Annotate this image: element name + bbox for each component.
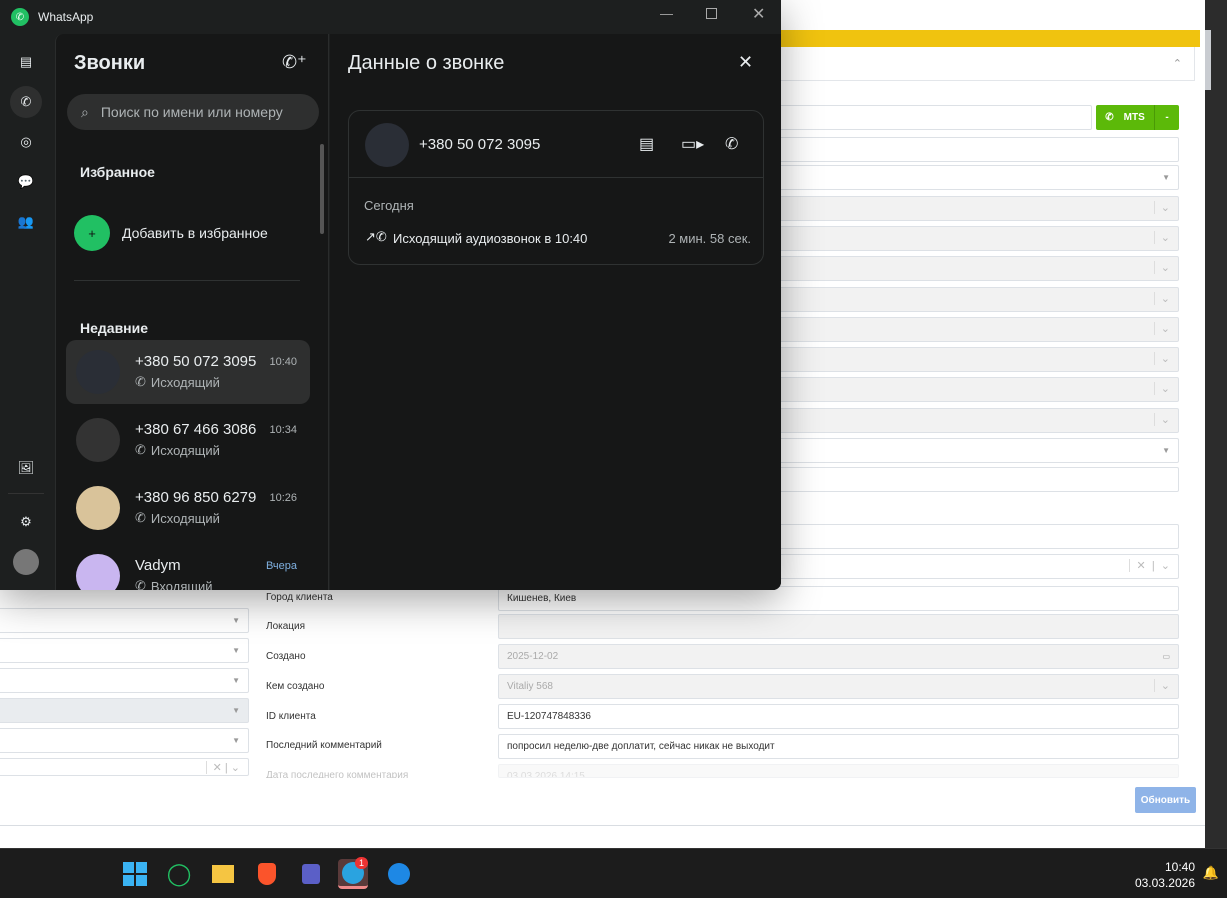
maximize-button[interactable]	[706, 8, 717, 19]
last-comment-date-field[interactable]: 03.03.2026 14:15	[498, 764, 1179, 778]
multi-select-field[interactable]: ✕ | ⌄	[0, 758, 249, 776]
created-by-field[interactable]: Vitaliy 568 ⌄	[498, 674, 1179, 699]
client-id-field[interactable]: EU-120747848336	[498, 704, 1179, 729]
outgoing-call-icon: ↗✆	[365, 229, 387, 244]
call-list-item[interactable]: +380 67 466 3086 10:34 ✆ Исходящий	[66, 408, 310, 472]
contact-phone: +380 50 072 3095	[419, 136, 541, 153]
chats-icon[interactable]: ▤	[10, 46, 42, 78]
mts-dropdown[interactable]: -	[1155, 112, 1179, 123]
last-comment-field[interactable]: попросил неделю-две доплатит, сейчас ник…	[498, 734, 1179, 759]
call-list-item[interactable]: +380 50 072 3095 10:40 ✆ Исходящий	[66, 340, 310, 404]
calls-icon[interactable]: ✆	[10, 86, 42, 118]
field-label: Кем создано	[266, 681, 325, 692]
collapse-icon[interactable]: ⌃	[1173, 57, 1182, 70]
phone-icon: ✆	[1105, 112, 1114, 123]
nav-rail: ▤ ✆ ◎ 💬 👥 🖼 ⚙	[0, 34, 55, 590]
select-field[interactable]: ▼	[0, 668, 249, 693]
select-field[interactable]: ▼	[0, 638, 249, 663]
call-list-item[interactable]: Vadym Вчера ✆ Входящий	[66, 544, 310, 590]
whatsapp-logo-icon: ✆	[11, 8, 29, 26]
outgoing-call-icon: ✆	[135, 442, 146, 457]
field-label: Дата последнего комментария	[266, 770, 409, 778]
call-mts-button[interactable]: ✆ MTS -	[1096, 105, 1179, 130]
close-window-button[interactable]: ✕	[752, 4, 765, 24]
divider	[0, 825, 1205, 826]
location-field[interactable]	[498, 614, 1179, 639]
settings-icon[interactable]: ⚙	[10, 506, 42, 538]
outgoing-call-icon: ✆	[135, 374, 146, 389]
app-title: WhatsApp	[38, 10, 94, 24]
message-icon[interactable]: ▤	[639, 134, 654, 154]
status-icon[interactable]: ◎	[10, 126, 42, 158]
media-icon[interactable]: 🖼	[10, 452, 42, 484]
contact-avatar	[365, 123, 409, 167]
file-explorer-icon[interactable]	[208, 859, 238, 889]
taskbar: ◯ 1 10:40 03.03.2026 🔔	[0, 848, 1227, 898]
section-heading: Избранное	[80, 164, 155, 180]
contact-avatar	[76, 486, 120, 530]
windows-start-icon[interactable]	[120, 859, 150, 889]
add-favorite-button[interactable]: + Добавить в избранное	[74, 214, 304, 252]
whatsapp-taskbar-icon[interactable]: ◯	[164, 859, 194, 889]
new-call-icon[interactable]: ✆⁺	[282, 52, 307, 73]
field-label: Последний комментарий	[266, 740, 382, 751]
call-details-panel: Данные о звонке ✕ +380 50 072 3095 ▤ ▭▸ …	[330, 34, 781, 590]
communities-icon[interactable]: 👥	[10, 206, 42, 238]
title-bar: ✆ WhatsApp — ✕	[0, 0, 781, 34]
section-heading: Недавние	[80, 320, 149, 336]
voice-call-icon[interactable]: ✆	[725, 134, 738, 154]
phone-app-icon[interactable]	[384, 859, 414, 889]
outgoing-call-icon: ✆	[135, 510, 146, 525]
select-field[interactable]: ▼	[0, 728, 249, 753]
profile-avatar[interactable]	[10, 546, 42, 578]
call-list-item[interactable]: +380 96 850 6279 10:26 ✆ Исходящий	[66, 476, 310, 540]
field-label: Локация	[266, 621, 306, 632]
add-person-icon: +	[74, 215, 110, 251]
video-call-icon[interactable]: ▭▸	[681, 134, 704, 154]
update-button[interactable]: Обновить	[1135, 787, 1196, 813]
created-field[interactable]: 2025-12-02 ▭	[498, 644, 1179, 669]
teams-icon[interactable]	[296, 859, 326, 889]
system-clock[interactable]: 10:40 03.03.2026	[1135, 859, 1195, 891]
incoming-call-icon: ✆	[135, 578, 146, 590]
select-field[interactable]: ▼	[0, 608, 249, 633]
list-scrollbar[interactable]	[320, 144, 324, 234]
contact-avatar	[76, 350, 120, 394]
brave-icon[interactable]	[252, 859, 282, 889]
search-input[interactable]: ⌕ Поиск по имени или номеру	[67, 94, 319, 130]
notification-badge: 1	[354, 857, 368, 869]
field-label: Создано	[266, 651, 306, 662]
minimize-button[interactable]: —	[660, 6, 673, 21]
contact-avatar	[76, 554, 120, 590]
contact-avatar	[76, 418, 120, 462]
channels-icon[interactable]: 💬	[10, 166, 42, 198]
panel-title: Звонки	[74, 52, 146, 74]
call-info-card: +380 50 072 3095 ▤ ▭▸ ✆ Сегодня ↗✆ Исход…	[348, 110, 764, 265]
field-label: ID клиента	[266, 711, 316, 722]
telegram-icon[interactable]: 1	[338, 857, 368, 889]
whatsapp-window: ✆ WhatsApp — ✕ ▤ ✆ ◎ 💬 👥 🖼 ⚙ Звонки ✆⁺ ⌕…	[0, 0, 781, 590]
field-label: Город клиента	[266, 592, 333, 603]
calendar-icon: ▭	[1162, 652, 1170, 661]
close-icon[interactable]: ✕	[738, 52, 753, 73]
details-title: Данные о звонке	[348, 52, 505, 74]
calls-list-panel: Звонки ✆⁺ ⌕ Поиск по имени или номеру Изб…	[55, 34, 329, 590]
notification-icon[interactable]: 🔔	[1203, 865, 1219, 881]
select-field[interactable]: ▼	[0, 698, 249, 723]
scrollbar[interactable]	[1205, 0, 1227, 848]
search-icon: ⌕	[81, 103, 89, 120]
